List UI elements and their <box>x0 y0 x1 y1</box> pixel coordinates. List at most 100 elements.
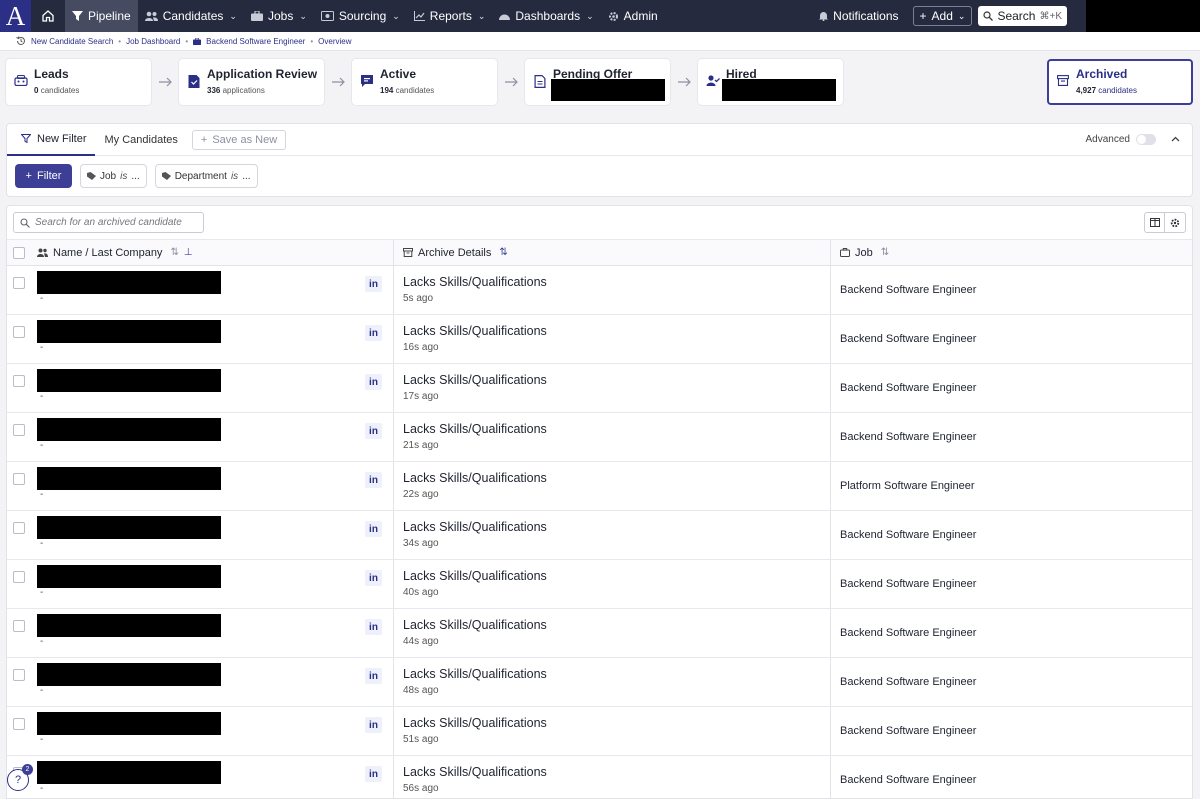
save-as-new-button[interactable]: + Save as New <box>191 129 287 150</box>
row-checkbox[interactable] <box>13 326 25 338</box>
stage-hired[interactable]: Hired <box>698 59 843 105</box>
linkedin-icon[interactable]: in <box>365 766 382 782</box>
nav-candidates[interactable]: Candidates ⌄ <box>138 0 244 32</box>
job-name[interactable]: Backend Software Engineer <box>840 284 976 296</box>
stage-archived[interactable]: Archived 4,927 candidates <box>1047 59 1193 105</box>
table-row[interactable]: - in Lacks Skills/Qualifications 22s ago… <box>7 462 1192 511</box>
select-all-checkbox[interactable] <box>13 246 25 259</box>
row-checkbox[interactable] <box>13 669 25 681</box>
archive-time: 34s ago <box>403 538 439 549</box>
archived-search-input[interactable]: Search for an archived candidate <box>13 212 204 233</box>
columns-icon[interactable] <box>1144 212 1165 233</box>
notifications-button[interactable]: Notifications <box>819 9 899 23</box>
column-header-name[interactable]: Name / Last Company <box>53 247 162 259</box>
table-row[interactable]: - in Lacks Skills/Qualifications 51s ago… <box>7 707 1192 756</box>
nav-admin[interactable]: Admin <box>601 0 665 32</box>
chevron-up-icon[interactable] <box>1171 134 1180 145</box>
row-checkbox[interactable] <box>13 277 25 289</box>
advanced-toggle[interactable] <box>1136 134 1156 145</box>
job-name[interactable]: Backend Software Engineer <box>840 627 976 639</box>
table-row[interactable]: - in Lacks Skills/Qualifications 44s ago… <box>7 609 1192 658</box>
linkedin-icon[interactable]: in <box>365 325 382 341</box>
breadcrumb-job[interactable]: Backend Software Engineer <box>206 37 305 46</box>
chart-icon <box>413 11 425 21</box>
row-checkbox[interactable] <box>13 620 25 632</box>
chevron-down-icon: ⌄ <box>299 10 307 21</box>
linkedin-icon[interactable]: in <box>365 472 382 488</box>
app-logo[interactable]: A <box>0 0 31 32</box>
linkedin-icon[interactable]: in <box>365 276 382 292</box>
breadcrumb-job-dashboard[interactable]: Job Dashboard <box>126 37 180 46</box>
linkedin-icon[interactable]: in <box>365 521 382 537</box>
nav-sourcing[interactable]: Sourcing ⌄ <box>314 0 407 32</box>
pin-icon[interactable]: ⊥ <box>184 247 193 258</box>
table-row[interactable]: - in Lacks Skills/Qualifications 48s ago… <box>7 658 1192 707</box>
job-name[interactable]: Backend Software Engineer <box>840 676 976 688</box>
archive-details-cell: Lacks Skills/Qualifications 56s ago <box>394 756 831 798</box>
table-row[interactable]: - in Lacks Skills/Qualifications 40s ago… <box>7 560 1192 609</box>
breadcrumb-new-candidate-search[interactable]: New Candidate Search <box>31 37 113 46</box>
row-checkbox[interactable] <box>13 473 25 485</box>
row-checkbox[interactable] <box>13 718 25 730</box>
row-checkbox[interactable] <box>13 375 25 387</box>
home-icon[interactable] <box>31 0 65 32</box>
row-checkbox[interactable] <box>13 571 25 583</box>
sort-icon[interactable]: ⇅ <box>881 247 889 258</box>
sort-icon[interactable]: ⇅ <box>170 247 178 258</box>
nav-dashboards[interactable]: Dashboards ⌄ <box>492 0 600 32</box>
job-name[interactable]: Backend Software Engineer <box>840 431 976 443</box>
job-name[interactable]: Backend Software Engineer <box>840 529 976 541</box>
stage-application-review[interactable]: Application Review 336 applications <box>179 59 324 105</box>
help-button[interactable]: ? 2 <box>7 764 33 791</box>
stage-pending-offer[interactable]: Pending Offer <box>525 59 670 105</box>
table-row[interactable]: - in Lacks Skills/Qualifications 56s ago… <box>7 756 1192 798</box>
table-row[interactable]: - in Lacks Skills/Qualifications 21s ago… <box>7 413 1192 462</box>
linkedin-icon[interactable]: in <box>365 717 382 733</box>
column-header-archive-details[interactable]: Archive Details <box>418 247 491 259</box>
sort-active-icon[interactable]: ⇅ <box>499 247 507 258</box>
filter-chip-department[interactable]: Department is ... <box>154 164 258 188</box>
linkedin-icon[interactable]: in <box>365 374 382 390</box>
filter-chip-op: is <box>120 170 128 182</box>
archive-time: 17s ago <box>403 391 439 402</box>
nav-pipeline[interactable]: Pipeline <box>65 0 138 32</box>
job-name[interactable]: Platform Software Engineer <box>840 480 975 492</box>
column-header-job[interactable]: Job <box>855 247 873 259</box>
linkedin-icon[interactable]: in <box>365 423 382 439</box>
global-search-button[interactable]: Search ⌘+K <box>978 6 1067 26</box>
linkedin-icon[interactable]: in <box>365 619 382 635</box>
archive-details-cell: Lacks Skills/Qualifications 5s ago <box>394 266 831 314</box>
job-name[interactable]: Backend Software Engineer <box>840 578 976 590</box>
stage-leads[interactable]: Leads 0 candidates <box>6 59 151 105</box>
notifications-label: Notifications <box>833 9 899 23</box>
filter-chip-job[interactable]: Job is ... <box>80 164 147 188</box>
archive-time: 48s ago <box>403 685 439 696</box>
table-row[interactable]: - in Lacks Skills/Qualifications 16s ago… <box>7 315 1192 364</box>
job-name[interactable]: Backend Software Engineer <box>840 774 976 786</box>
add-button[interactable]: + Add ⌄ <box>912 6 973 26</box>
linkedin-icon[interactable]: in <box>365 570 382 586</box>
nav-reports[interactable]: Reports ⌄ <box>407 0 493 32</box>
table-row[interactable]: - in Lacks Skills/Qualifications 5s ago … <box>7 266 1192 315</box>
tab-my-candidates[interactable]: My Candidates <box>95 124 186 156</box>
filter-icon <box>21 134 31 143</box>
row-checkbox[interactable] <box>13 522 25 534</box>
linkedin-icon[interactable]: in <box>365 668 382 684</box>
add-filter-button[interactable]: + Filter <box>15 164 72 188</box>
row-checkbox[interactable] <box>13 424 25 436</box>
job-name[interactable]: Backend Software Engineer <box>840 333 976 345</box>
job-name[interactable]: Backend Software Engineer <box>840 382 976 394</box>
job-cell: Platform Software Engineer <box>831 462 1192 510</box>
table-row[interactable]: - in Lacks Skills/Qualifications 17s ago… <box>7 364 1192 413</box>
settings-icon[interactable] <box>1165 212 1186 233</box>
job-name[interactable]: Backend Software Engineer <box>840 725 976 737</box>
tab-new-filter[interactable]: New Filter <box>7 124 95 156</box>
nav-jobs[interactable]: Jobs ⌄ <box>244 0 314 32</box>
breadcrumb-overview[interactable]: Overview <box>318 37 351 46</box>
advanced-toggle-group: Advanced <box>1086 134 1156 145</box>
nav-reports-label: Reports <box>429 9 472 23</box>
redacted-count <box>722 79 836 101</box>
stage-active[interactable]: Active 194 candidates <box>352 59 497 105</box>
table-row[interactable]: - in Lacks Skills/Qualifications 34s ago… <box>7 511 1192 560</box>
arrow-right-icon <box>324 77 352 87</box>
